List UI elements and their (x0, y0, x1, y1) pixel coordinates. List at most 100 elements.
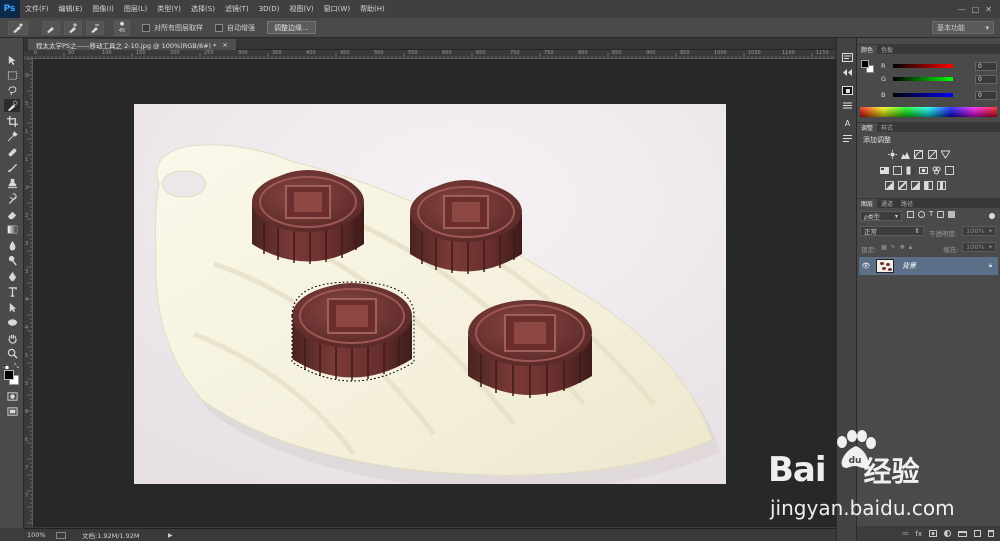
ruler-horizontal[interactable]: 0 50 100 150 200 250 300 350 400 450 500 550 600 650 7… (24, 50, 836, 59)
quick-mask-button[interactable] (4, 390, 20, 403)
lock-position-icon[interactable]: ✥ (900, 244, 905, 252)
hue-saturation-icon[interactable] (880, 166, 889, 175)
tool-preset-button[interactable] (8, 20, 28, 35)
character-panel-icon[interactable]: A (841, 118, 854, 129)
path-selection-tool[interactable] (4, 301, 20, 314)
menu-file[interactable]: 文件(F) (20, 4, 54, 14)
zoom-level[interactable]: 100% (24, 531, 52, 539)
close-window-button[interactable]: ✕ (985, 5, 992, 14)
black-white-icon[interactable] (906, 166, 915, 175)
green-slider[interactable] (893, 77, 953, 81)
properties-panel-icon[interactable] (841, 100, 854, 111)
shape-tool[interactable] (4, 316, 20, 329)
smart-filter-icon[interactable] (948, 211, 956, 218)
paragraph-panel-icon[interactable] (841, 133, 854, 144)
tab-styles[interactable]: 样式 (877, 123, 897, 132)
menu-window[interactable]: 窗口(W) (319, 4, 355, 14)
swap-colors-icon[interactable]: ⤡ (14, 363, 19, 371)
eye-icon[interactable]: 👁︎ (859, 262, 873, 270)
new-layer-icon[interactable] (974, 530, 981, 537)
opacity-field[interactable]: 100% ▾ (962, 226, 996, 236)
selective-color-icon[interactable] (937, 181, 946, 190)
posterize-icon[interactable] (898, 181, 907, 190)
pen-tool[interactable] (4, 270, 20, 283)
minimize-button[interactable]: — (958, 5, 966, 14)
brush-size-picker[interactable]: ● 45 (114, 19, 130, 36)
close-tab-icon[interactable]: × (222, 41, 227, 49)
color-panel-swatches[interactable] (861, 60, 875, 74)
hand-tool[interactable] (4, 332, 20, 345)
tab-paths[interactable]: 路径 (897, 199, 917, 208)
subtract-selection-button[interactable] (86, 20, 104, 35)
shape-filter-icon[interactable] (937, 211, 945, 218)
blend-mode-select[interactable]: 正常 ⇕ (860, 226, 924, 236)
history-brush-tool[interactable] (4, 192, 20, 205)
tab-layers[interactable]: 图层 (857, 199, 878, 208)
lasso-tool[interactable] (4, 84, 20, 97)
auto-enhance-checkbox[interactable] (215, 23, 223, 32)
menu-view[interactable]: 视图(V) (284, 4, 318, 14)
curves-icon[interactable] (914, 150, 923, 159)
document-size[interactable]: 文档:1.92M/1.92M (82, 530, 162, 540)
status-icon[interactable] (56, 531, 66, 539)
marquee-tool[interactable] (4, 69, 20, 82)
green-value[interactable]: 0 (975, 74, 997, 84)
color-spectrum[interactable] (860, 107, 997, 117)
healing-brush-tool[interactable] (4, 146, 20, 159)
maximize-button[interactable]: □ (972, 5, 980, 14)
add-selection-button[interactable] (64, 20, 82, 35)
menu-select[interactable]: 选择(S) (186, 4, 220, 14)
layer-style-icon[interactable]: fx (915, 530, 922, 538)
move-tool[interactable] (4, 54, 20, 67)
menu-filter[interactable]: 滤镜(T) (220, 4, 254, 14)
vibrance-icon[interactable] (940, 150, 951, 159)
document-image[interactable] (134, 104, 726, 484)
blue-slider[interactable] (893, 93, 953, 97)
type-filter-icon[interactable]: T (929, 211, 933, 218)
layer-name[interactable]: 背景 (902, 261, 916, 271)
tab-channels[interactable]: 通道 (877, 199, 897, 208)
new-group-icon[interactable] (958, 530, 967, 537)
refine-edge-button[interactable]: 调整边缘... (267, 21, 316, 34)
pixel-filter-icon[interactable] (907, 211, 914, 218)
gradient-map-icon[interactable] (924, 181, 933, 190)
menu-image[interactable]: 图像(I) (87, 4, 119, 14)
invert-icon[interactable] (885, 181, 894, 190)
panel-fg-swatch[interactable] (861, 60, 869, 68)
info-panel-icon[interactable] (841, 85, 854, 96)
tab-color[interactable]: 颜色 (857, 45, 878, 54)
levels-icon[interactable] (901, 150, 910, 159)
workspace-select[interactable]: 基本功能 ▾ (932, 21, 994, 34)
threshold-icon[interactable] (911, 181, 920, 190)
menu-3d[interactable]: 3D(D) (254, 5, 285, 13)
tab-swatches[interactable]: 色板 (877, 45, 897, 54)
history-panel-icon[interactable] (841, 52, 854, 63)
channel-mixer-icon[interactable] (932, 166, 941, 175)
sample-all-layers-checkbox[interactable] (142, 23, 150, 32)
foreground-color-swatch[interactable] (4, 370, 14, 380)
layer-row-background[interactable]: 👁︎ 背景 🔒︎ (859, 257, 998, 275)
new-selection-button[interactable] (42, 20, 60, 35)
exposure-icon[interactable] (928, 150, 937, 159)
trash-icon[interactable] (988, 530, 994, 537)
layer-mask-icon[interactable] (929, 530, 937, 537)
navigator-panel-icon[interactable] (841, 67, 854, 78)
ruler-vertical[interactable]: 0 5 1 1 2 2 3 3 4 4 5 5 6 6 7 7 (24, 59, 33, 527)
filter-toggle-icon[interactable] (989, 213, 995, 219)
status-arrow-icon[interactable]: ▶ (168, 532, 173, 539)
adjust-filter-icon[interactable] (918, 211, 925, 218)
color-lookup-icon[interactable] (945, 166, 954, 175)
dodge-tool[interactable] (4, 254, 20, 267)
menu-help[interactable]: 帮助(H) (355, 4, 390, 14)
red-value[interactable]: 0 (975, 61, 997, 71)
zoom-tool[interactable] (4, 347, 20, 360)
link-layers-icon[interactable]: ထ (902, 529, 909, 539)
layer-filter-select[interactable]: ρ类型 ▾ (860, 211, 902, 221)
default-colors-icon[interactable] (2, 363, 9, 369)
gradient-tool[interactable] (4, 223, 20, 236)
type-tool[interactable] (4, 285, 20, 298)
screen-mode-button[interactable] (4, 405, 20, 418)
eraser-tool[interactable] (4, 208, 20, 221)
lock-pixels-icon[interactable]: ✎ (891, 244, 896, 252)
brush-tool[interactable] (4, 161, 20, 174)
